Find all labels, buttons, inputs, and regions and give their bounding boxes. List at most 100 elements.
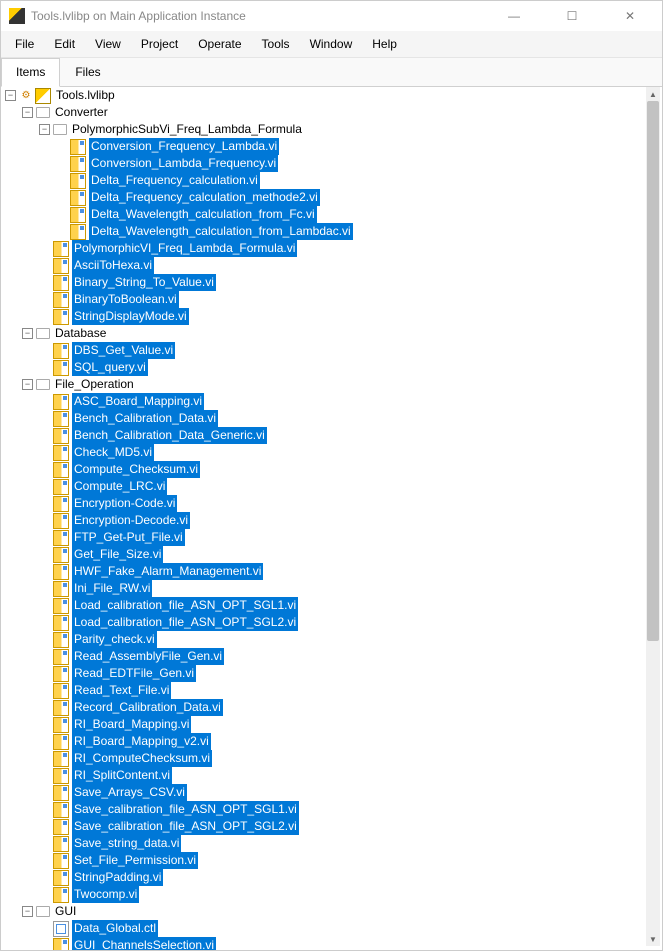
tree-item-label[interactable]: Converter [53,104,110,121]
collapse-icon[interactable]: − [22,107,33,118]
tree-item[interactable]: RI_ComputeChecksum.vi [5,750,644,767]
tree-item[interactable]: − Database [5,325,644,342]
tree-item[interactable]: Data_Global.ctl [5,920,644,937]
tree-root-label[interactable]: Tools.lvlibp [54,87,117,104]
tree-item-label[interactable]: Save_string_data.vi [72,835,181,852]
tree-item[interactable]: Read_EDTFile_Gen.vi [5,665,644,682]
tree-item[interactable]: RI_Board_Mapping_v2.vi [5,733,644,750]
collapse-icon[interactable]: − [39,124,50,135]
tree-item[interactable]: Parity_check.vi [5,631,644,648]
tree-item-label[interactable]: Save_calibration_file_ASN_OPT_SGL1.vi [72,801,299,818]
tree-item-label[interactable]: File_Operation [53,376,136,393]
tree-item[interactable]: Delta_Wavelength_calculation_from_Lambda… [5,223,644,240]
tree-item-label[interactable]: FTP_Get-Put_File.vi [72,529,185,546]
tree-item[interactable]: BinaryToBoolean.vi [5,291,644,308]
tree-item[interactable]: FTP_Get-Put_File.vi [5,529,644,546]
tree-item-label[interactable]: Get_File_Size.vi [72,546,163,563]
tree-item[interactable]: GUI_ChannelsSelection.vi [5,937,644,950]
tree-item-label[interactable]: Ini_File_RW.vi [72,580,152,597]
tree-item[interactable]: Check_MD5.vi [5,444,644,461]
tree-item-label[interactable]: Compute_Checksum.vi [72,461,200,478]
tree-item[interactable]: Delta_Wavelength_calculation_from_Fc.vi [5,206,644,223]
tree-item-label[interactable]: Binary_String_To_Value.vi [72,274,216,291]
tree-item-label[interactable]: Read_AssemblyFile_Gen.vi [72,648,224,665]
tree-item-label[interactable]: Bench_Calibration_Data.vi [72,410,218,427]
scroll-up-icon[interactable]: ▲ [646,87,660,101]
tree-item-label[interactable]: Conversion_Frequency_Lambda.vi [89,138,279,155]
collapse-icon[interactable]: − [22,379,33,390]
tree-item[interactable]: SQL_query.vi [5,359,644,376]
menu-project[interactable]: Project [131,33,188,55]
tree-item[interactable]: Delta_Frequency_calculation_methode2.vi [5,189,644,206]
tree-item[interactable]: Save_calibration_file_ASN_OPT_SGL2.vi [5,818,644,835]
tree-item-label[interactable]: Load_calibration_file_ASN_OPT_SGL1.vi [72,597,298,614]
tree-item[interactable]: RI_SplitContent.vi [5,767,644,784]
menu-help[interactable]: Help [362,33,407,55]
tree-item-label[interactable]: Bench_Calibration_Data_Generic.vi [72,427,267,444]
scrollbar-vertical[interactable]: ▲ ▼ [646,87,660,946]
tree-item-label[interactable]: Delta_Wavelength_calculation_from_Lambda… [89,223,353,240]
tree-item[interactable]: − PolymorphicSubVi_Freq_Lambda_Formula [5,121,644,138]
tree-item-label[interactable]: GUI [53,903,78,920]
tree-item-label[interactable]: StringDisplayMode.vi [72,308,189,325]
tree-item[interactable]: DBS_Get_Value.vi [5,342,644,359]
tree-item[interactable]: Bench_Calibration_Data_Generic.vi [5,427,644,444]
tree-item[interactable]: Load_calibration_file_ASN_OPT_SGL2.vi [5,614,644,631]
collapse-icon[interactable]: − [22,328,33,339]
tree-item[interactable]: Compute_LRC.vi [5,478,644,495]
tree-item[interactable]: Set_File_Permission.vi [5,852,644,869]
tree-item-label[interactable]: RI_SplitContent.vi [72,767,172,784]
menu-view[interactable]: View [85,33,131,55]
tree-item-label[interactable]: Delta_Frequency_calculation.vi [89,172,260,189]
tree-item-label[interactable]: Encryption-Decode.vi [72,512,190,529]
tree-item-label[interactable]: RI_Board_Mapping_v2.vi [72,733,211,750]
tree-item-label[interactable]: Check_MD5.vi [72,444,154,461]
tree-item[interactable]: Save_calibration_file_ASN_OPT_SGL1.vi [5,801,644,818]
tree-item[interactable]: Load_calibration_file_ASN_OPT_SGL1.vi [5,597,644,614]
tree-item[interactable]: AsciiToHexa.vi [5,257,644,274]
scroll-down-icon[interactable]: ▼ [646,932,660,946]
tree-item-label[interactable]: Compute_LRC.vi [72,478,167,495]
menu-edit[interactable]: Edit [44,33,85,55]
close-button[interactable]: ✕ [610,2,650,30]
collapse-icon[interactable]: − [22,906,33,917]
tree-item-label[interactable]: PolymorphicSubVi_Freq_Lambda_Formula [70,121,304,138]
menu-file[interactable]: File [5,33,44,55]
tree-item-label[interactable]: PolymorphicVI_Freq_Lambda_Formula.vi [72,240,297,257]
tree-item-label[interactable]: Read_EDTFile_Gen.vi [72,665,196,682]
tree-item-label[interactable]: AsciiToHexa.vi [72,257,154,274]
tree-item-label[interactable]: HWF_Fake_Alarm_Management.vi [72,563,263,580]
maximize-button[interactable]: ☐ [552,2,592,30]
tree-item-label[interactable]: Conversion_Lambda_Frequency.vi [89,155,278,172]
tree-item-label[interactable]: Load_calibration_file_ASN_OPT_SGL2.vi [72,614,298,631]
tree-item[interactable]: Record_Calibration_Data.vi [5,699,644,716]
tree-item-label[interactable]: RI_Board_Mapping.vi [72,716,191,733]
scrollbar-thumb[interactable] [647,101,659,641]
tree-item[interactable]: Delta_Frequency_calculation.vi [5,172,644,189]
tree-item[interactable]: Conversion_Frequency_Lambda.vi [5,138,644,155]
tree-item[interactable]: Binary_String_To_Value.vi [5,274,644,291]
tree-item[interactable]: − File_Operation [5,376,644,393]
tree-item-label[interactable]: Twocomp.vi [72,886,139,903]
tree-item[interactable]: Twocomp.vi [5,886,644,903]
tree-item[interactable]: ASC_Board_Mapping.vi [5,393,644,410]
tree-item[interactable]: Save_Arrays_CSV.vi [5,784,644,801]
tree-item-label[interactable]: Encryption-Code.vi [72,495,177,512]
tree-item-label[interactable]: Database [53,325,108,342]
tree-item[interactable]: Conversion_Lambda_Frequency.vi [5,155,644,172]
menu-tools[interactable]: Tools [252,33,300,55]
tree-item[interactable]: Ini_File_RW.vi [5,580,644,597]
tree-item-label[interactable]: Delta_Frequency_calculation_methode2.vi [89,189,320,206]
tree-item[interactable]: HWF_Fake_Alarm_Management.vi [5,563,644,580]
tree-item[interactable]: Encryption-Decode.vi [5,512,644,529]
tab-files[interactable]: Files [60,58,115,86]
tree-item-label[interactable]: Data_Global.ctl [72,920,158,937]
tree-item[interactable]: Save_string_data.vi [5,835,644,852]
tree-item-label[interactable]: Delta_Wavelength_calculation_from_Fc.vi [89,206,317,223]
tree-item[interactable]: StringPadding.vi [5,869,644,886]
tree-item-label[interactable]: Parity_check.vi [72,631,157,648]
tree-item[interactable]: − GUI [5,903,644,920]
tree-item[interactable]: − Converter [5,104,644,121]
tree-item-label[interactable]: Read_Text_File.vi [72,682,171,699]
tree-item[interactable]: Compute_Checksum.vi [5,461,644,478]
